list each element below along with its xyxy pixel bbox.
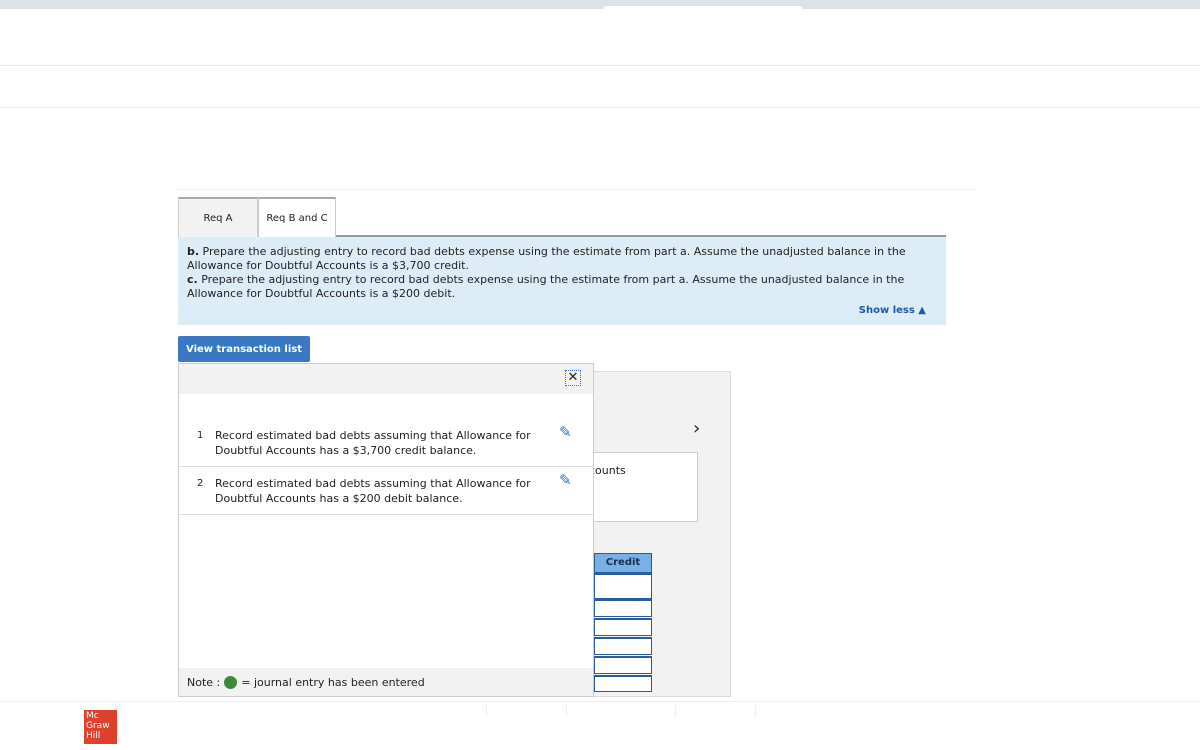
transaction-item-1[interactable]: 1 Record estimated bad debts assuming th… bbox=[179, 420, 593, 467]
show-less-link[interactable]: Show less ▲ bbox=[859, 304, 926, 318]
browser-top-bar bbox=[0, 0, 1200, 9]
credit-input[interactable] bbox=[594, 599, 652, 617]
credit-input[interactable] bbox=[594, 637, 652, 655]
divider bbox=[176, 189, 976, 190]
tab-label: Req A bbox=[203, 212, 233, 224]
close-icon[interactable]: ✕ bbox=[565, 370, 581, 386]
footer-divider bbox=[0, 701, 1200, 702]
item-number: 1 bbox=[197, 430, 204, 441]
instruction-b: b. Prepare the adjusting entry to record… bbox=[187, 245, 937, 273]
footer-divider bbox=[755, 705, 756, 717]
instruction-c: c. Prepare the adjusting entry to record… bbox=[187, 273, 937, 301]
credit-column-header: Credit bbox=[594, 553, 652, 573]
header-band bbox=[2, 9, 1198, 35]
instruction-c-label: c. bbox=[187, 273, 198, 286]
item-text: Record estimated bad debts assuming that… bbox=[215, 477, 531, 505]
pencil-edit-icon[interactable]: ✎ bbox=[559, 473, 572, 488]
next-chevron-icon[interactable]: › bbox=[693, 418, 700, 439]
tab-req-a[interactable]: Req A bbox=[178, 197, 258, 237]
instructions-panel: b. Prepare the adjusting entry to record… bbox=[178, 237, 946, 325]
account-description-box: counts bbox=[592, 452, 698, 522]
footer-divider bbox=[675, 705, 676, 717]
instruction-c-text: Prepare the adjusting entry to record ba… bbox=[187, 273, 905, 300]
view-transaction-list-button[interactable]: View transaction list bbox=[178, 336, 310, 362]
green-dot-icon bbox=[224, 675, 238, 689]
instruction-b-label: b. bbox=[187, 245, 200, 258]
credit-input[interactable] bbox=[594, 618, 652, 636]
note-text: = journal entry has been entered bbox=[241, 675, 425, 689]
note-bar: Note : = journal entry has been entered bbox=[179, 668, 593, 696]
transaction-list-popup: ✕ 1 Record estimated bad debts assuming … bbox=[178, 363, 594, 697]
header-band-2 bbox=[0, 65, 1200, 108]
account-partial-text: counts bbox=[592, 464, 626, 477]
mcgraw-hill-logo: Mc Graw Hill bbox=[84, 710, 117, 744]
instruction-b-text: Prepare the adjusting entry to record ba… bbox=[187, 245, 906, 272]
item-text: Record estimated bad debts assuming that… bbox=[215, 429, 531, 457]
credit-input[interactable] bbox=[594, 573, 652, 599]
tab-label: Req B and C bbox=[266, 212, 328, 224]
transaction-item-2[interactable]: 2 Record estimated bad debts assuming th… bbox=[179, 467, 593, 515]
tab-req-b-and-c[interactable]: Req B and C bbox=[258, 197, 336, 237]
item-number: 2 bbox=[197, 478, 204, 489]
credit-input[interactable] bbox=[594, 675, 652, 692]
credit-input[interactable] bbox=[594, 656, 652, 674]
footer-divider bbox=[486, 705, 487, 717]
pencil-edit-icon[interactable]: ✎ bbox=[559, 425, 572, 440]
note-label: Note : bbox=[187, 675, 221, 689]
popup-header: ✕ bbox=[179, 364, 593, 394]
footer-divider bbox=[566, 705, 567, 717]
